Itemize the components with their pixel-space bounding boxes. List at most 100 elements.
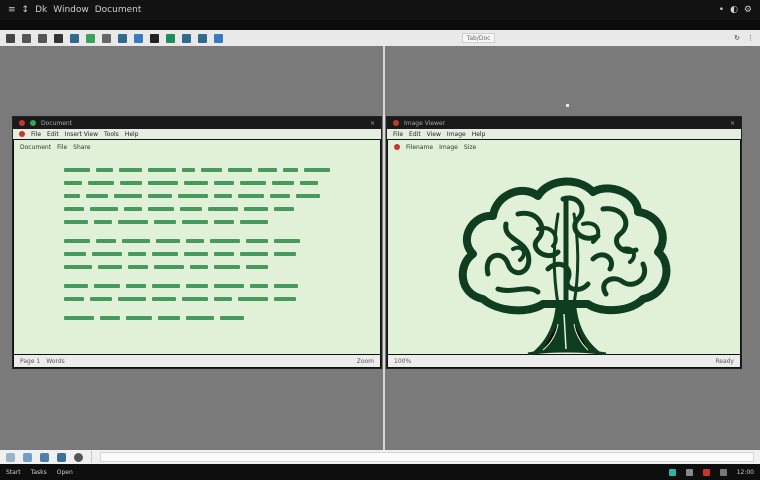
text-word	[128, 252, 146, 256]
split-divider[interactable]	[383, 46, 385, 450]
bottom-item[interactable]: Start	[6, 469, 21, 476]
close-icon[interactable]: ×	[370, 120, 375, 127]
text-word	[214, 252, 234, 256]
file-info-item: Document	[20, 144, 52, 151]
text-word	[186, 239, 204, 243]
refresh-icon[interactable]: ↻	[734, 34, 740, 42]
menu-item[interactable]: File	[31, 131, 41, 138]
volume-icon[interactable]	[685, 468, 693, 476]
menu-item[interactable]: Tools	[104, 131, 119, 138]
text-word	[246, 239, 268, 243]
more-icon[interactable]: ⋮	[747, 34, 754, 42]
titlebar-item[interactable]: Document	[95, 5, 142, 15]
bottom-item[interactable]: Open	[57, 469, 73, 476]
text-line	[64, 252, 330, 258]
titlebar-item[interactable]: Dk	[35, 5, 47, 15]
crop-icon[interactable]	[182, 33, 191, 43]
layer-icon[interactable]	[118, 33, 127, 43]
image-icon[interactable]	[86, 33, 95, 43]
frame-icon[interactable]	[102, 33, 111, 43]
window-titlebar[interactable]: Document ×	[13, 117, 381, 129]
settings-icon[interactable]	[74, 452, 83, 462]
file-icon	[394, 144, 400, 150]
document-tab-field[interactable]: Tab/Doc	[461, 33, 496, 43]
files-icon[interactable]	[40, 452, 49, 462]
file-info-item: Image	[439, 144, 458, 151]
close-icon[interactable]: ×	[730, 120, 735, 127]
text-word	[300, 181, 318, 185]
text-word	[126, 284, 146, 288]
network-icon[interactable]	[668, 468, 676, 476]
text-word	[88, 181, 114, 185]
text-word	[126, 316, 152, 320]
text-word	[214, 297, 232, 301]
text-word	[152, 252, 178, 256]
tray-icon[interactable]: ◐	[730, 5, 738, 15]
titlebar-item[interactable]: ↕	[22, 5, 30, 15]
document-page[interactable]: Document File Share	[14, 140, 380, 354]
settings-icon[interactable]: ⚙	[744, 5, 752, 15]
fill-icon[interactable]	[198, 33, 207, 43]
mouse-cursor	[566, 104, 569, 107]
text-word	[92, 252, 122, 256]
menu-item[interactable]: Help	[472, 131, 486, 138]
window-title: Image Viewer	[404, 119, 446, 127]
alert-icon[interactable]	[702, 468, 710, 476]
export-icon[interactable]	[214, 33, 223, 43]
menu-icon[interactable]: ≡	[8, 5, 16, 15]
notification-icon[interactable]: •	[719, 5, 724, 15]
status-state: Ready	[715, 357, 734, 365]
text-word	[214, 284, 244, 288]
menu-item[interactable]: Edit	[47, 131, 59, 138]
status-zoom[interactable]: Zoom	[357, 358, 374, 365]
text-word	[303, 168, 331, 172]
text-word	[182, 297, 208, 301]
menu-item[interactable]: Help	[125, 131, 139, 138]
text-word	[90, 297, 112, 301]
text-word	[90, 207, 118, 211]
battery-icon[interactable]	[719, 468, 727, 476]
text-line	[64, 265, 330, 271]
window-titlebar[interactable]: Image Viewer ×	[387, 117, 741, 129]
menu-item[interactable]: Image	[447, 131, 466, 138]
start-icon[interactable]	[6, 452, 15, 462]
text-word	[282, 168, 298, 172]
text-word	[86, 194, 108, 198]
text-word	[100, 316, 120, 320]
titlebar-item[interactable]: Window	[53, 5, 89, 15]
menu-item[interactable]: View	[427, 131, 441, 138]
pen-icon[interactable]	[6, 33, 15, 43]
document-text[interactable]	[64, 168, 331, 329]
menu-item[interactable]: Insert View	[65, 131, 98, 138]
photos-icon[interactable]	[57, 452, 66, 462]
close-dot-icon[interactable]	[393, 120, 399, 126]
text-word	[148, 207, 174, 211]
text-word	[214, 220, 234, 224]
rotate-icon[interactable]	[150, 33, 159, 43]
taskbar-search-input[interactable]	[100, 452, 754, 462]
grid-icon[interactable]	[38, 33, 47, 43]
text-word	[154, 220, 176, 224]
file-info-item: Size	[463, 144, 477, 151]
close-dot-icon[interactable]	[19, 120, 25, 126]
zoom-icon[interactable]	[22, 33, 31, 43]
text-word	[64, 284, 88, 288]
brush-icon[interactable]	[134, 33, 143, 43]
file-info-item: Share	[73, 144, 91, 151]
bottom-item[interactable]: Tasks	[31, 469, 47, 476]
text-word	[240, 220, 268, 224]
text-word	[274, 252, 296, 256]
text-word	[118, 297, 146, 301]
menu-bar: File Edit View Image Help	[387, 129, 741, 139]
browser-icon[interactable]	[23, 452, 32, 462]
menu-item[interactable]: Edit	[409, 131, 421, 138]
text-word	[238, 194, 264, 198]
text-icon[interactable]	[54, 33, 63, 43]
text-word	[122, 239, 150, 243]
image-canvas[interactable]: Filename Image Size	[388, 140, 740, 356]
maximize-dot-icon[interactable]	[30, 120, 36, 126]
menu-item[interactable]: File	[393, 131, 403, 138]
shape-icon[interactable]	[70, 33, 79, 43]
color-icon[interactable]	[166, 33, 175, 43]
file-info-item: Filename	[406, 144, 434, 151]
